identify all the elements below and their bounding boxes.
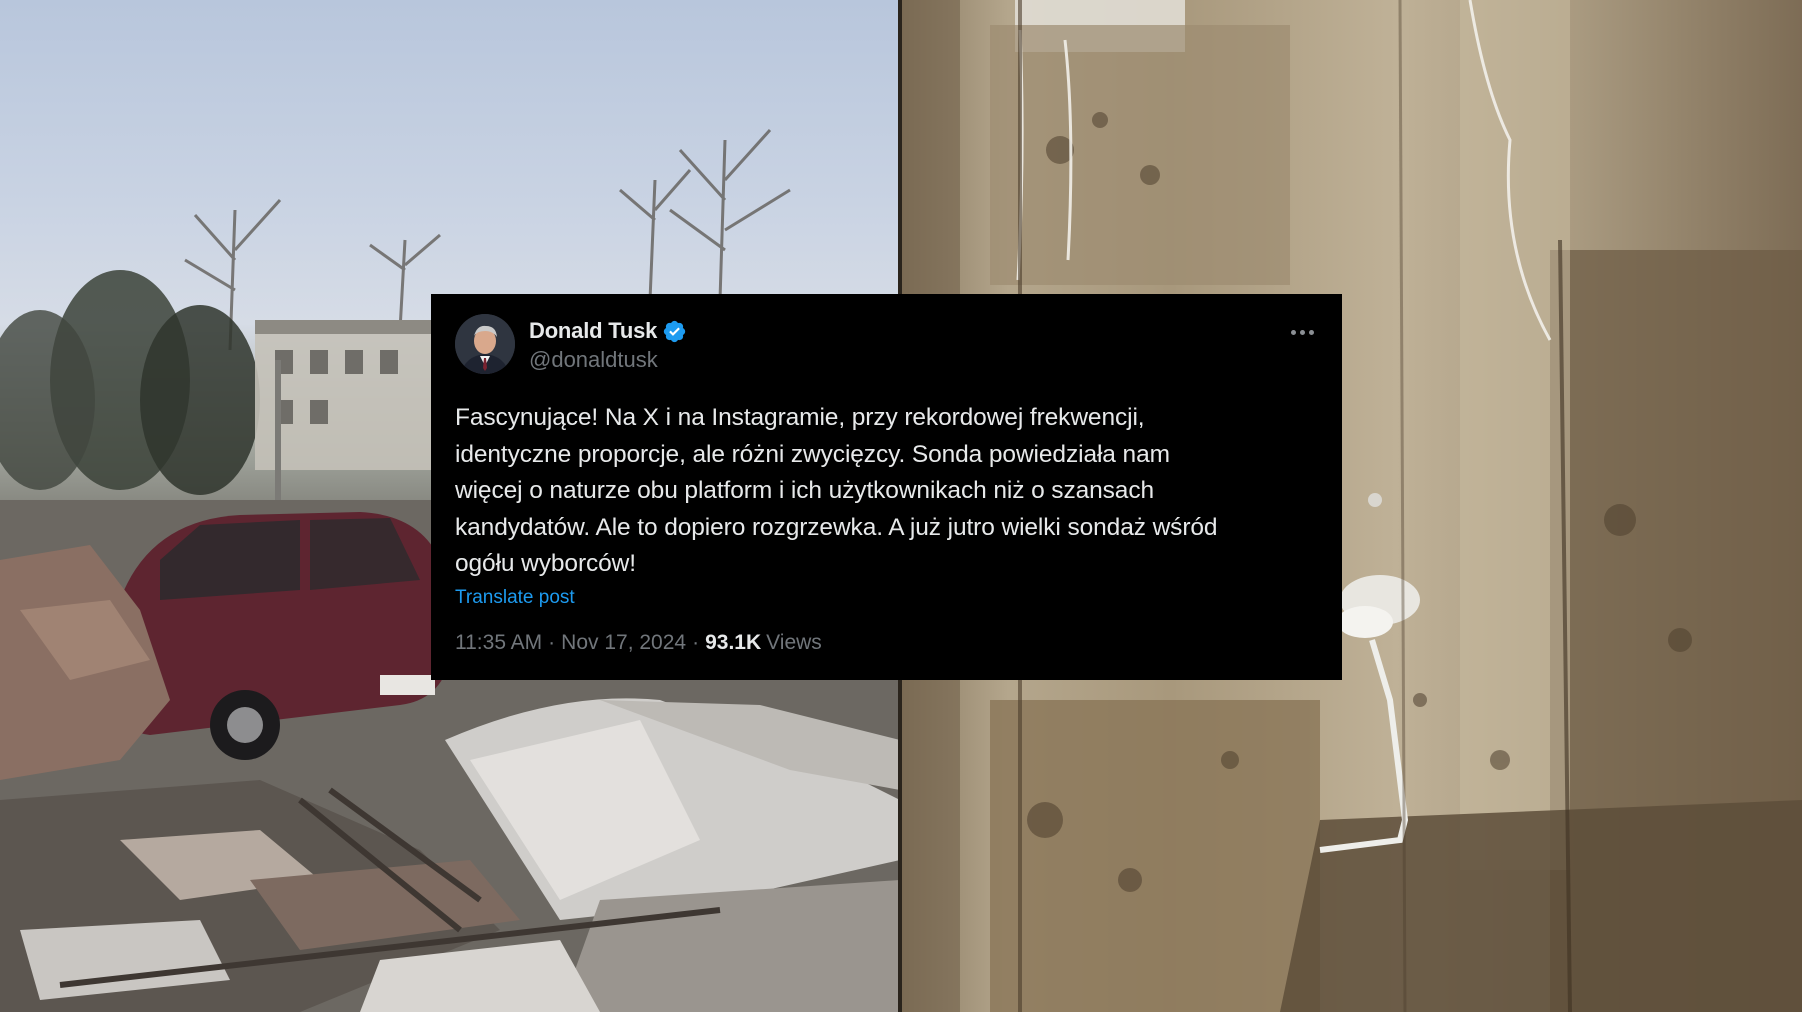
- translate-post-link[interactable]: Translate post: [455, 587, 575, 609]
- verified-badge-icon: [662, 319, 687, 344]
- composite-image: Donald Tusk @donaldtusk Fascynujące! Na …: [0, 0, 1802, 1012]
- author-display-name[interactable]: Donald Tusk: [529, 318, 657, 344]
- views-label: Views: [766, 630, 822, 654]
- author-names: Donald Tusk @donaldtusk: [529, 314, 687, 373]
- name-row: Donald Tusk: [529, 317, 687, 345]
- tweet-date[interactable]: Nov 17, 2024: [561, 631, 686, 655]
- meta-separator: ·: [548, 630, 556, 654]
- more-dot: [1300, 330, 1305, 335]
- tweet-time[interactable]: 11:35 AM: [455, 631, 542, 655]
- more-dot: [1309, 330, 1314, 335]
- avatar-portrait: [455, 314, 515, 374]
- tweet-meta: 11:35 AM · Nov 17, 2024 · 93.1K Views: [455, 631, 1318, 655]
- meta-separator: ·: [692, 630, 700, 654]
- tweet-text: Fascynujące! Na X i na Instagramie, przy…: [455, 404, 1218, 577]
- views-count[interactable]: 93.1K: [705, 631, 761, 655]
- more-options-icon[interactable]: [1287, 324, 1318, 341]
- tweet-card: Donald Tusk @donaldtusk Fascynujące! Na …: [431, 294, 1342, 680]
- author-handle[interactable]: @donaldtusk: [529, 347, 687, 373]
- tweet-header: Donald Tusk @donaldtusk: [455, 314, 1318, 380]
- avatar[interactable]: [455, 314, 515, 374]
- more-dot: [1291, 330, 1296, 335]
